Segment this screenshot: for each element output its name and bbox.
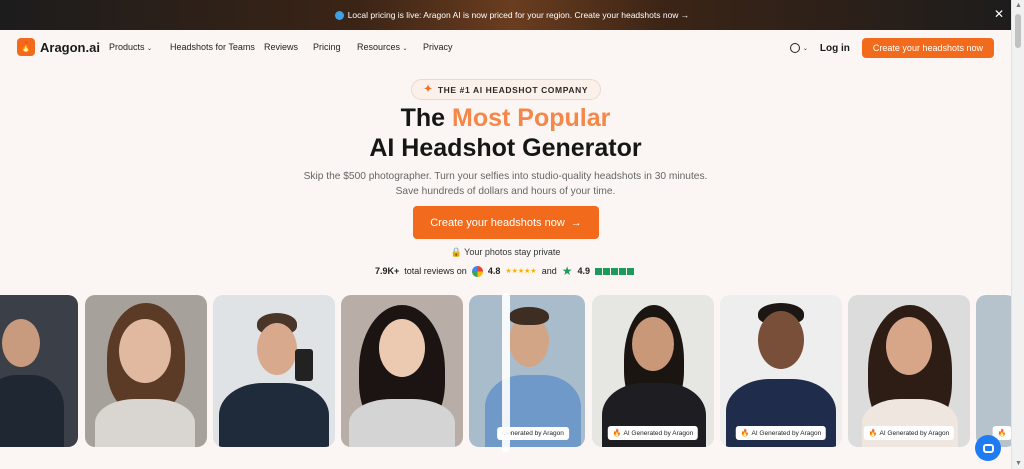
sparkle-icon: ✦ bbox=[423, 84, 433, 95]
nav-products-label: Products bbox=[109, 42, 145, 52]
ai-generated-text: Generated by Aragon bbox=[502, 430, 564, 437]
language-selector[interactable]: ⌄ bbox=[789, 43, 808, 53]
headshot-photo: 🔥 bbox=[976, 295, 1011, 447]
hero-badge-text: THE #1 AI HEADSHOT COMPANY bbox=[437, 84, 589, 95]
lock-icon: 🔒 bbox=[450, 247, 462, 257]
globe-icon bbox=[334, 10, 344, 20]
trustpilot-rating: 4.9 bbox=[577, 266, 591, 276]
nav-resources[interactable]: Resources ⌄ bbox=[357, 42, 423, 52]
hero-cta-label: Create your headshots now bbox=[430, 216, 565, 229]
ai-generated-text: AI Generated by Aragon bbox=[879, 429, 950, 437]
hero-title-line1: The Most Popular bbox=[0, 104, 1011, 133]
close-icon[interactable]: ✕ bbox=[994, 8, 1004, 20]
trustpilot-stars-icon bbox=[595, 267, 635, 275]
nav-reviews[interactable]: Reviews bbox=[264, 42, 313, 52]
arrow-right-icon: → bbox=[570, 216, 582, 229]
hero-subtitle: Skip the $500 photographer. Turn your se… bbox=[303, 171, 708, 197]
ai-generated-text: AI Generated by Aragon bbox=[751, 429, 822, 437]
flame-icon: 🔥 bbox=[17, 38, 35, 56]
chevron-down-icon: ⌄ bbox=[147, 46, 153, 52]
rating-stars-icon: ★★★★★ bbox=[505, 268, 537, 275]
announcement-text[interactable]: Local pricing is live: Aragon AI is now … bbox=[348, 10, 690, 20]
chevron-down-icon: ⌄ bbox=[402, 46, 408, 52]
google-icon[interactable] bbox=[471, 265, 483, 277]
nav-products[interactable]: Products ⌄ bbox=[109, 42, 170, 52]
nav-privacy[interactable]: Privacy bbox=[423, 42, 453, 52]
navbar: 🔥 Aragon.ai Products ⌄ Headshots for Tea… bbox=[0, 30, 1011, 66]
hero-title-accent: Most Popular bbox=[452, 104, 611, 132]
headshot-photo: 🔥 AI Generated by Aragon bbox=[848, 295, 970, 447]
compare-slider-handle[interactable] bbox=[502, 293, 510, 452]
reviews-label: total reviews on bbox=[404, 266, 467, 276]
scroll-down-icon[interactable]: ▼ bbox=[1015, 460, 1022, 467]
ai-generated-badge: 🔥 AI Generated by Aragon bbox=[863, 426, 955, 440]
hero-cta-button[interactable]: Create your headshots now → bbox=[413, 206, 599, 239]
logo[interactable]: 🔥 Aragon.ai bbox=[17, 38, 100, 56]
scrollbar-thumb[interactable] bbox=[1015, 14, 1021, 48]
flame-icon: 🔥 bbox=[740, 430, 750, 437]
headshot-photo: 🔥 AI Generated by Aragon bbox=[720, 295, 842, 447]
hero-badge: ✦ THE #1 AI HEADSHOT COMPANY bbox=[411, 79, 601, 100]
chat-button[interactable] bbox=[975, 435, 1001, 461]
headshot-photo bbox=[341, 295, 463, 447]
flame-icon: 🔥 bbox=[868, 430, 878, 437]
brand-name: Aragon.ai bbox=[40, 39, 100, 55]
nav-teams[interactable]: Headshots for Teams bbox=[170, 42, 264, 52]
flame-icon: 🔥 bbox=[997, 430, 1007, 437]
chat-icon bbox=[982, 443, 994, 453]
flame-icon: 🔥 bbox=[612, 430, 622, 437]
ai-generated-text: AI Generated by Aragon bbox=[623, 429, 694, 437]
hero-title-pre: The bbox=[400, 104, 453, 132]
hero-title-line2: AI Headshot Generator bbox=[369, 134, 642, 162]
trustpilot-icon[interactable]: ★ bbox=[562, 264, 573, 278]
google-rating: 4.8 bbox=[487, 266, 501, 276]
headshot-photo bbox=[85, 295, 207, 447]
privacy-text: Your photos stay private bbox=[464, 247, 561, 257]
reviews-summary: 7.9K+ total reviews on 4.8 ★★★★★ and ★ 4… bbox=[375, 264, 635, 278]
headshot-photo: 🔥 AI Generated by Aragon bbox=[592, 295, 714, 447]
nav-links: Products ⌄ Headshots for Teams Reviews P… bbox=[109, 42, 453, 52]
nav-right: ⌄ Log in Create your headshots now bbox=[789, 38, 994, 58]
login-link[interactable]: Log in bbox=[820, 43, 850, 54]
reviews-and: and bbox=[541, 266, 557, 276]
globe-icon bbox=[789, 43, 800, 53]
headshot-photo: Generated by Aragon bbox=[469, 295, 585, 447]
chevron-down-icon: ⌄ bbox=[802, 45, 808, 52]
announcement-message[interactable]: Local pricing is live: Aragon AI is now … bbox=[334, 10, 690, 20]
page-scrollbar[interactable]: ▲ ▼ bbox=[1011, 0, 1024, 469]
reviews-count: 7.9K+ bbox=[375, 266, 400, 276]
nav-pricing[interactable]: Pricing bbox=[313, 42, 357, 52]
headshot-photo bbox=[0, 295, 78, 447]
nav-resources-label: Resources bbox=[357, 42, 401, 52]
nav-cta-button[interactable]: Create your headshots now bbox=[861, 38, 994, 58]
privacy-note: 🔒 Your photos stay private bbox=[0, 247, 1011, 258]
announcement-bar[interactable]: Local pricing is live: Aragon AI is now … bbox=[0, 0, 1024, 30]
ai-generated-badge: 🔥 AI Generated by Aragon bbox=[607, 426, 699, 440]
scroll-up-icon[interactable]: ▲ bbox=[1015, 2, 1022, 9]
headshot-photo bbox=[213, 295, 335, 447]
ai-generated-badge: 🔥 AI Generated by Aragon bbox=[735, 426, 827, 440]
